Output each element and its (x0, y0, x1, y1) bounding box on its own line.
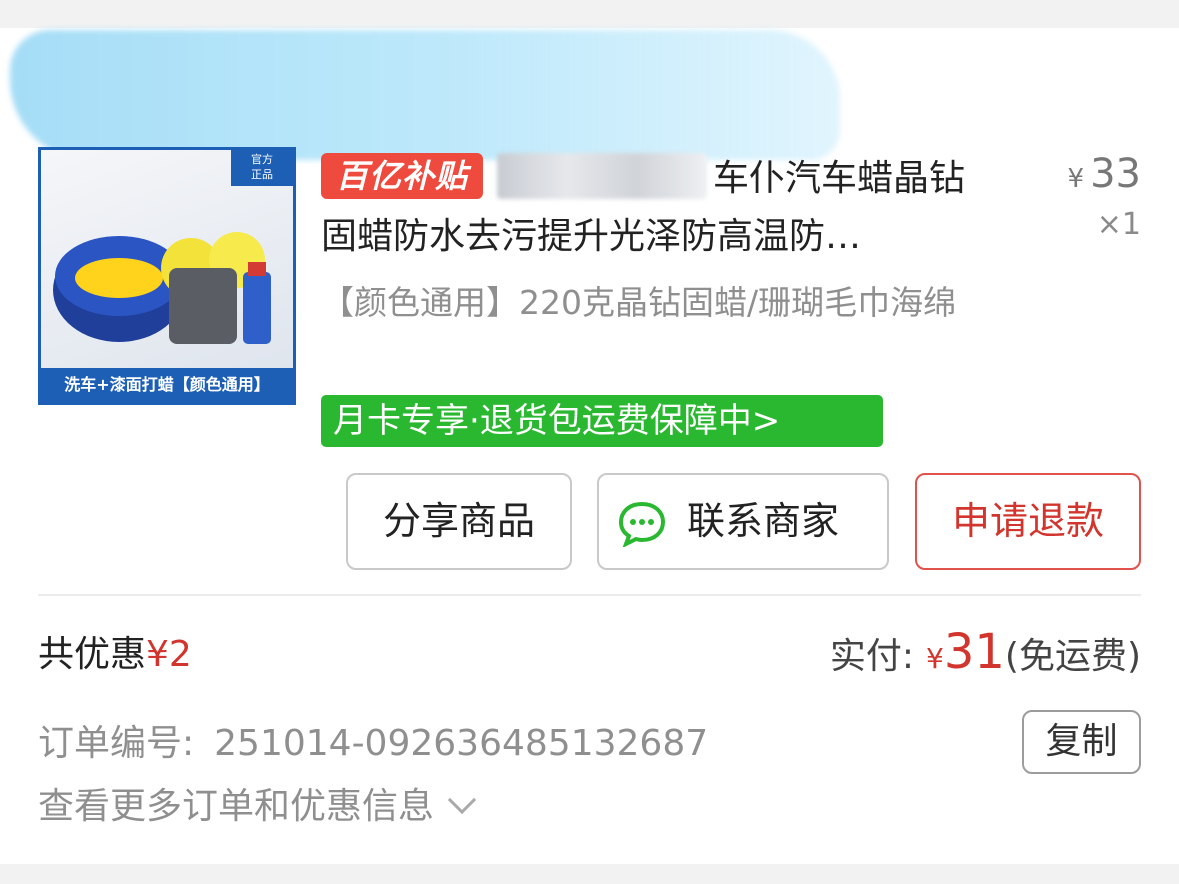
discount-label: 共优惠 (38, 634, 147, 675)
request-refund-button[interactable]: 申请退款 (915, 473, 1141, 570)
contact-merchant-label: 联系商家 (686, 499, 839, 543)
product-title-line1: 车仆汽车蜡晶钻 (713, 158, 966, 199)
product-spec: 【颜色通用】220克晶钻固蜡/珊瑚毛巾海绵 (321, 283, 957, 322)
discount-value: ¥2 (146, 634, 192, 675)
amount-paid: 实付: ¥31(免运费) (830, 624, 1141, 687)
price-value: 33 (1090, 151, 1141, 197)
redacted-shop-header (10, 30, 840, 160)
paid-label: 实付: (829, 636, 914, 677)
subsidy-tag: 百亿补贴 (321, 153, 483, 199)
divider (38, 594, 1141, 596)
total-discount: 共优惠¥2 (38, 630, 192, 680)
price-currency: ¥ (1067, 164, 1085, 194)
redacted-brand (497, 153, 707, 199)
official-badge: 官方 正品 (231, 150, 293, 186)
service-guarantee-tag[interactable]: 月卡专享·退货包运费保障中> (321, 395, 883, 447)
product-price: ¥33 (1068, 152, 1141, 201)
paid-amount: 31 (943, 624, 1005, 680)
shipping-note: (免运费) (1004, 636, 1141, 677)
order-number: 订单编号: 251014-092636485132687 (38, 718, 708, 770)
chevron-down-icon (447, 785, 477, 815)
more-order-info-label: 查看更多订单和优惠信息 (38, 786, 435, 827)
product-title-line2: 固蜡防水去污提升光泽防高温防… (321, 216, 862, 257)
paid-currency: ¥ (926, 642, 944, 675)
order-number-value: 251014-092636485132687 (214, 723, 709, 764)
section-gap (0, 864, 1179, 884)
product-thumbnail[interactable]: 官方 正品 洗车+漆面打蜡【颜色通用】 (38, 147, 296, 405)
order-number-label: 订单编号: (38, 723, 195, 764)
more-order-info[interactable]: 查看更多订单和优惠信息 (38, 780, 477, 834)
share-product-button[interactable]: 分享商品 (346, 473, 572, 570)
chat-icon (618, 501, 666, 547)
contact-merchant-button[interactable]: 联系商家 (597, 473, 889, 570)
thumbnail-caption: 洗车+漆面打蜡【颜色通用】 (41, 368, 293, 402)
product-quantity: ×1 (1096, 207, 1141, 242)
copy-button[interactable]: 复制 (1022, 710, 1141, 774)
